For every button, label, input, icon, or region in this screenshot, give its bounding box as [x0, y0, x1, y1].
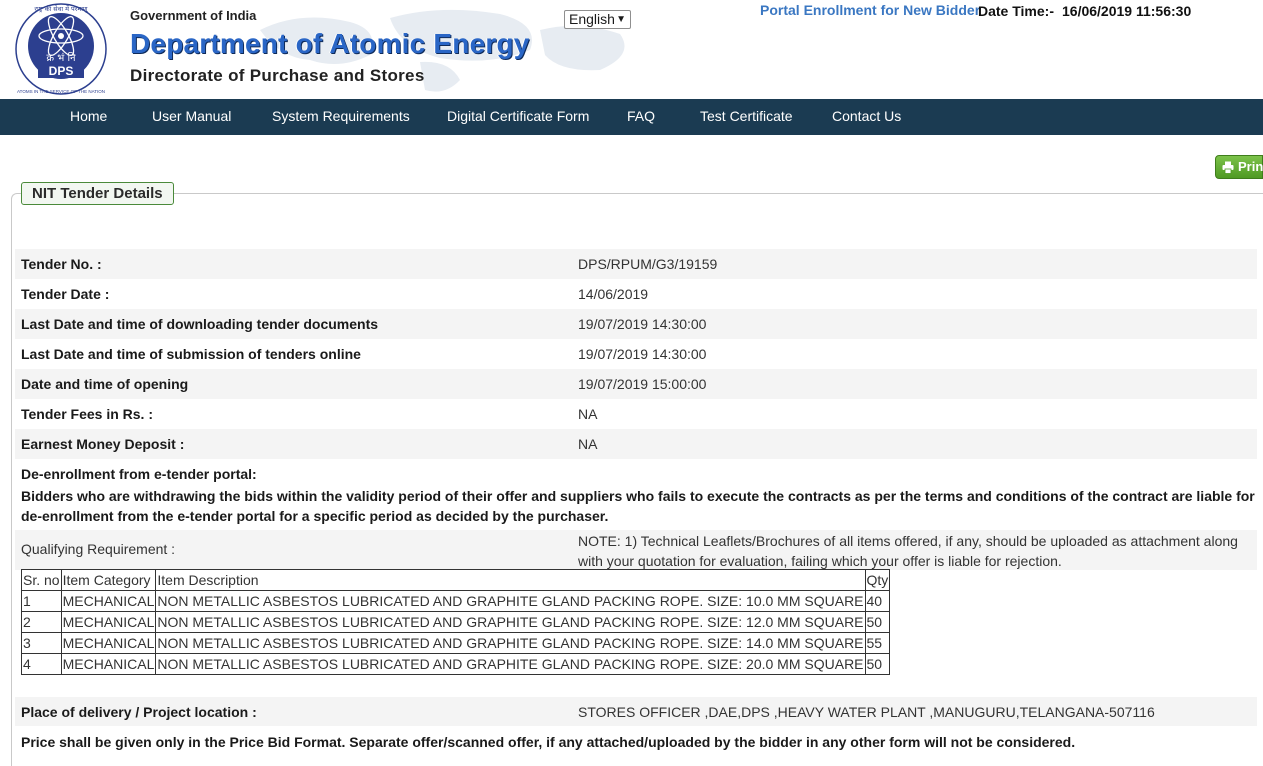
table-header-cell: Item Description: [155, 569, 866, 591]
detail-value: NA: [578, 406, 598, 422]
table-cell: NON METALLIC ASBESTOS LUBRICATED AND GRA…: [155, 590, 866, 612]
dps-emblem-logo: DPS क्र भं नि राष्ट्र की सेवा में परमाणु…: [15, 3, 107, 95]
nav-digital-certificate-form[interactable]: Digital Certificate Form: [447, 99, 589, 135]
language-selected-value: English: [569, 11, 615, 27]
logo-hindi-motto: राष्ट्र की सेवा में परमाणु: [34, 5, 88, 13]
language-select[interactable]: English ▼: [564, 10, 631, 29]
qualifying-requirement-row: Qualifying Requirement : NOTE: 1) Techni…: [15, 530, 1257, 570]
table-cell: NON METALLIC ASBESTOS LUBRICATED AND GRA…: [155, 632, 866, 654]
table-cell: 40: [864, 590, 891, 612]
table-cell: MECHANICAL: [60, 611, 157, 633]
table-header-cell: Qty: [864, 569, 891, 591]
detail-row-opening-date: Date and time of opening 19/07/2019 15:0…: [15, 369, 1257, 399]
table-row: 4 MECHANICAL NON METALLIC ASBESTOS LUBRI…: [21, 653, 891, 675]
detail-row-tender-fees: Tender Fees in Rs. : NA: [15, 399, 1257, 429]
detail-row-tender-date: Tender Date : 14/06/2019: [15, 279, 1257, 309]
print-label: Print: [1238, 159, 1263, 174]
nav-faq[interactable]: FAQ: [627, 99, 655, 135]
section-title: NIT Tender Details: [21, 182, 174, 205]
detail-value: 19/07/2019 15:00:00: [578, 376, 707, 392]
detail-label: Last Date and time of submission of tend…: [21, 346, 361, 362]
price-bid-note: Price shall be given only in the Price B…: [21, 734, 1076, 750]
items-table: Sr. no Item Category Item Description Qt…: [21, 569, 891, 675]
nav-test-certificate[interactable]: Test Certificate: [700, 99, 793, 135]
detail-value: NA: [578, 436, 598, 452]
table-header-cell: Item Category: [60, 569, 157, 591]
print-button[interactable]: Print: [1215, 155, 1263, 179]
logo-abbr: DPS: [49, 64, 74, 78]
main-navigation: Home User Manual System Requirements Dig…: [0, 99, 1263, 135]
table-cell: 2: [21, 611, 62, 633]
nav-home[interactable]: Home: [70, 99, 107, 135]
table-cell: MECHANICAL: [60, 632, 157, 654]
datetime-value: 16/06/2019 11:56:30: [1062, 3, 1192, 19]
detail-row-emd: Earnest Money Deposit : NA: [15, 429, 1257, 459]
qualifying-label: Qualifying Requirement :: [21, 541, 176, 557]
detail-label: Tender Date :: [21, 286, 110, 302]
department-title: Department of Atomic Energy: [130, 28, 530, 59]
detail-value: DPS/RPUM/G3/19159: [578, 256, 718, 272]
detail-row-download-deadline: Last Date and time of downloading tender…: [15, 309, 1257, 339]
table-cell: NON METALLIC ASBESTOS LUBRICATED AND GRA…: [155, 611, 866, 633]
table-row: 2 MECHANICAL NON METALLIC ASBESTOS LUBRI…: [21, 611, 891, 633]
table-cell: 55: [864, 632, 891, 654]
table-cell: 50: [864, 611, 891, 633]
delivery-value: STORES OFFICER ,DAE,DPS ,HEAVY WATER PLA…: [578, 704, 1155, 720]
delivery-location-row: Place of delivery / Project location : S…: [15, 697, 1257, 726]
qualifying-note: NOTE: 1) Technical Leaflets/Brochures of…: [578, 533, 1238, 569]
site-header: DPS क्र भं नि राष्ट्र की सेवा में परमाणु…: [0, 0, 1263, 99]
directorate-subtitle: Directorate of Purchase and Stores: [130, 66, 425, 85]
table-cell: 1: [21, 590, 62, 612]
detail-label: Tender Fees in Rs. :: [21, 406, 153, 422]
detail-value: 19/07/2019 14:30:00: [578, 316, 707, 332]
detail-label: Date and time of opening: [21, 376, 189, 392]
government-label: Government of India: [130, 8, 257, 23]
nav-system-requirements[interactable]: System Requirements: [272, 99, 410, 135]
detail-value: 19/07/2019 14:30:00: [578, 346, 707, 362]
table-cell: NON METALLIC ASBESTOS LUBRICATED AND GRA…: [155, 653, 866, 675]
detail-label: Last Date and time of downloading tender…: [21, 316, 379, 332]
deenrollment-title: De-enrollment from e-tender portal:: [21, 466, 257, 482]
detail-label: Earnest Money Deposit :: [21, 436, 185, 452]
detail-label: Tender No. :: [21, 256, 102, 272]
table-cell: 3: [21, 632, 62, 654]
detail-row-submission-deadline: Last Date and time of submission of tend…: [15, 339, 1257, 369]
deenrollment-text: Bidders who are withdrawing the bids wit…: [21, 488, 1255, 524]
table-row: 3 MECHANICAL NON METALLIC ASBESTOS LUBRI…: [21, 632, 891, 654]
table-cell: 50: [864, 653, 891, 675]
table-cell: 4: [21, 653, 62, 675]
nav-user-manual[interactable]: User Manual: [152, 99, 231, 135]
table-cell: MECHANICAL: [60, 653, 157, 675]
printer-icon: [1222, 161, 1234, 174]
table-header-row: Sr. no Item Category Item Description Qt…: [21, 569, 891, 591]
logo-hindi: क्र भं नि: [46, 52, 76, 64]
delivery-label: Place of delivery / Project location :: [21, 704, 257, 720]
nav-contact-us[interactable]: Contact Us: [832, 99, 901, 135]
table-header-cell: Sr. no: [21, 569, 62, 591]
dropdown-arrow-icon: ▼: [616, 14, 626, 25]
detail-row-tender-no: Tender No. : DPS/RPUM/G3/19159: [15, 249, 1257, 279]
detail-value: 14/06/2019: [578, 286, 649, 302]
logo-english-motto: ATOMS IN THE SERVICE OF THE NATION: [17, 89, 105, 94]
datetime-label: Date Time:-: [978, 3, 1054, 19]
table-row: 1 MECHANICAL NON METALLIC ASBESTOS LUBRI…: [21, 590, 891, 612]
table-cell: MECHANICAL: [60, 590, 157, 612]
portal-enrollment-link[interactable]: Portal Enrollment for New Bidder: [760, 2, 980, 18]
